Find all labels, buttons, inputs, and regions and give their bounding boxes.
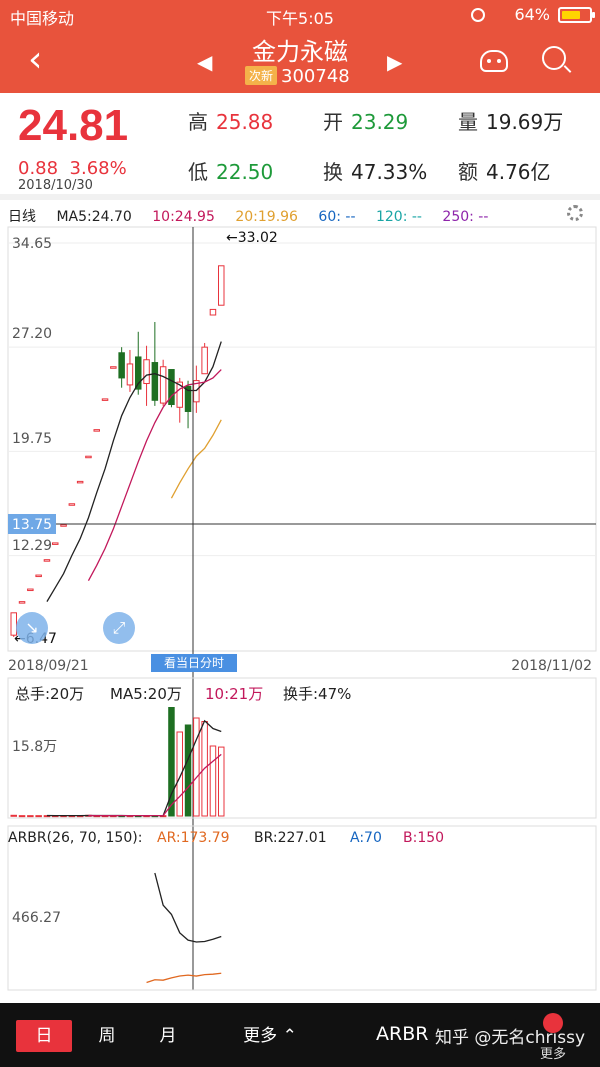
volume-ma10-line [88, 753, 222, 817]
max-price-label: ←33.02 [226, 230, 278, 246]
kline-frame [7, 226, 597, 652]
volume-bar [10, 814, 17, 817]
candle-body [201, 346, 208, 375]
kline-chart-area[interactable]: 34.65 27.20 19.75 12.29 13.75 ←33.02 ←6.… [0, 0, 600, 1003]
volume-bar [184, 724, 192, 817]
candle-body [35, 574, 42, 578]
volume-turnover: 换手:47% [283, 685, 351, 703]
view-intraday-button[interactable]: 看当日分时 [151, 654, 237, 672]
more-label: 更多 [243, 1026, 278, 1046]
ma20-line [170, 419, 222, 499]
candle-body [60, 524, 67, 527]
candle-body [110, 366, 117, 369]
candle-body [93, 429, 100, 432]
chevron-up-icon: ⌃ [282, 1026, 297, 1046]
candle-body [68, 503, 76, 506]
collapse-icon: ↘ [25, 618, 39, 637]
volume-bar [209, 745, 217, 817]
candle-body [143, 359, 150, 385]
candle-body [43, 559, 51, 562]
candle-body [151, 362, 159, 401]
candle-body [101, 398, 109, 401]
crosshair-price: 13.75 [12, 517, 52, 533]
volume-bars [10, 707, 225, 818]
collapse-button[interactable]: ↘ [16, 612, 48, 644]
volume-ma10: 10:21万 [205, 685, 263, 703]
start-date: 2018/09/21 [8, 658, 89, 674]
volume-y-tick: 15.8万 [12, 739, 57, 755]
candle-body [159, 366, 167, 404]
y-tick-1: 34.65 [12, 236, 52, 252]
volume-total: 总手:20万 [15, 685, 84, 703]
candle-body [27, 588, 34, 592]
br-line [146, 972, 222, 984]
volume-bar [18, 815, 26, 818]
ar-line [154, 872, 222, 943]
y-tick-4: 12.29 [12, 538, 52, 554]
volume-ma5: MA5:20万 [110, 685, 182, 703]
arbr-lines [146, 872, 222, 984]
tab-more[interactable]: 更多 ⌃ [225, 1020, 315, 1052]
arbr-y-tick: 466.27 [12, 910, 61, 926]
volume-bar [35, 815, 42, 818]
arbr-br: BR:227.01 [254, 830, 327, 846]
arbr-frame [7, 825, 597, 991]
candle-body [126, 363, 134, 386]
volume-bar [218, 746, 225, 817]
candle-body [18, 601, 26, 604]
expand-button[interactable]: ⤢ [103, 612, 135, 644]
arbr-a: A:70 [350, 830, 382, 846]
volume-bar [27, 815, 34, 818]
y-tick-3: 19.75 [12, 431, 52, 447]
arbr-ar: AR:173.79 [157, 830, 230, 846]
arbr-b: B:150 [403, 830, 444, 846]
tab-month[interactable]: 月 [143, 1020, 193, 1052]
candle-body [218, 265, 225, 306]
tab-day[interactable]: 日 [16, 1020, 72, 1052]
arbr-title: ARBR(26, 70, 150): [8, 830, 142, 846]
candle-body [76, 480, 84, 484]
candle-body [118, 352, 125, 379]
tab-week[interactable]: 周 [82, 1020, 132, 1052]
y-tick-2: 27.20 [12, 326, 52, 342]
bottom-bar: 日 周 月 更多 ⌃ ARBR 知乎 @无名chrissy 更多 [0, 1003, 600, 1067]
candle-body [52, 542, 59, 545]
end-date: 2018/11/02 [511, 658, 592, 674]
candle-body [209, 308, 217, 316]
notification-dot [543, 1013, 563, 1033]
kline-grid [8, 242, 596, 557]
candle-body [85, 455, 92, 459]
indicator-name[interactable]: ARBR [376, 1023, 428, 1045]
volume-bar [193, 717, 200, 817]
expand-icon: ⤢ [112, 618, 126, 637]
more-indicators-button[interactable]: 更多 [540, 1043, 566, 1062]
